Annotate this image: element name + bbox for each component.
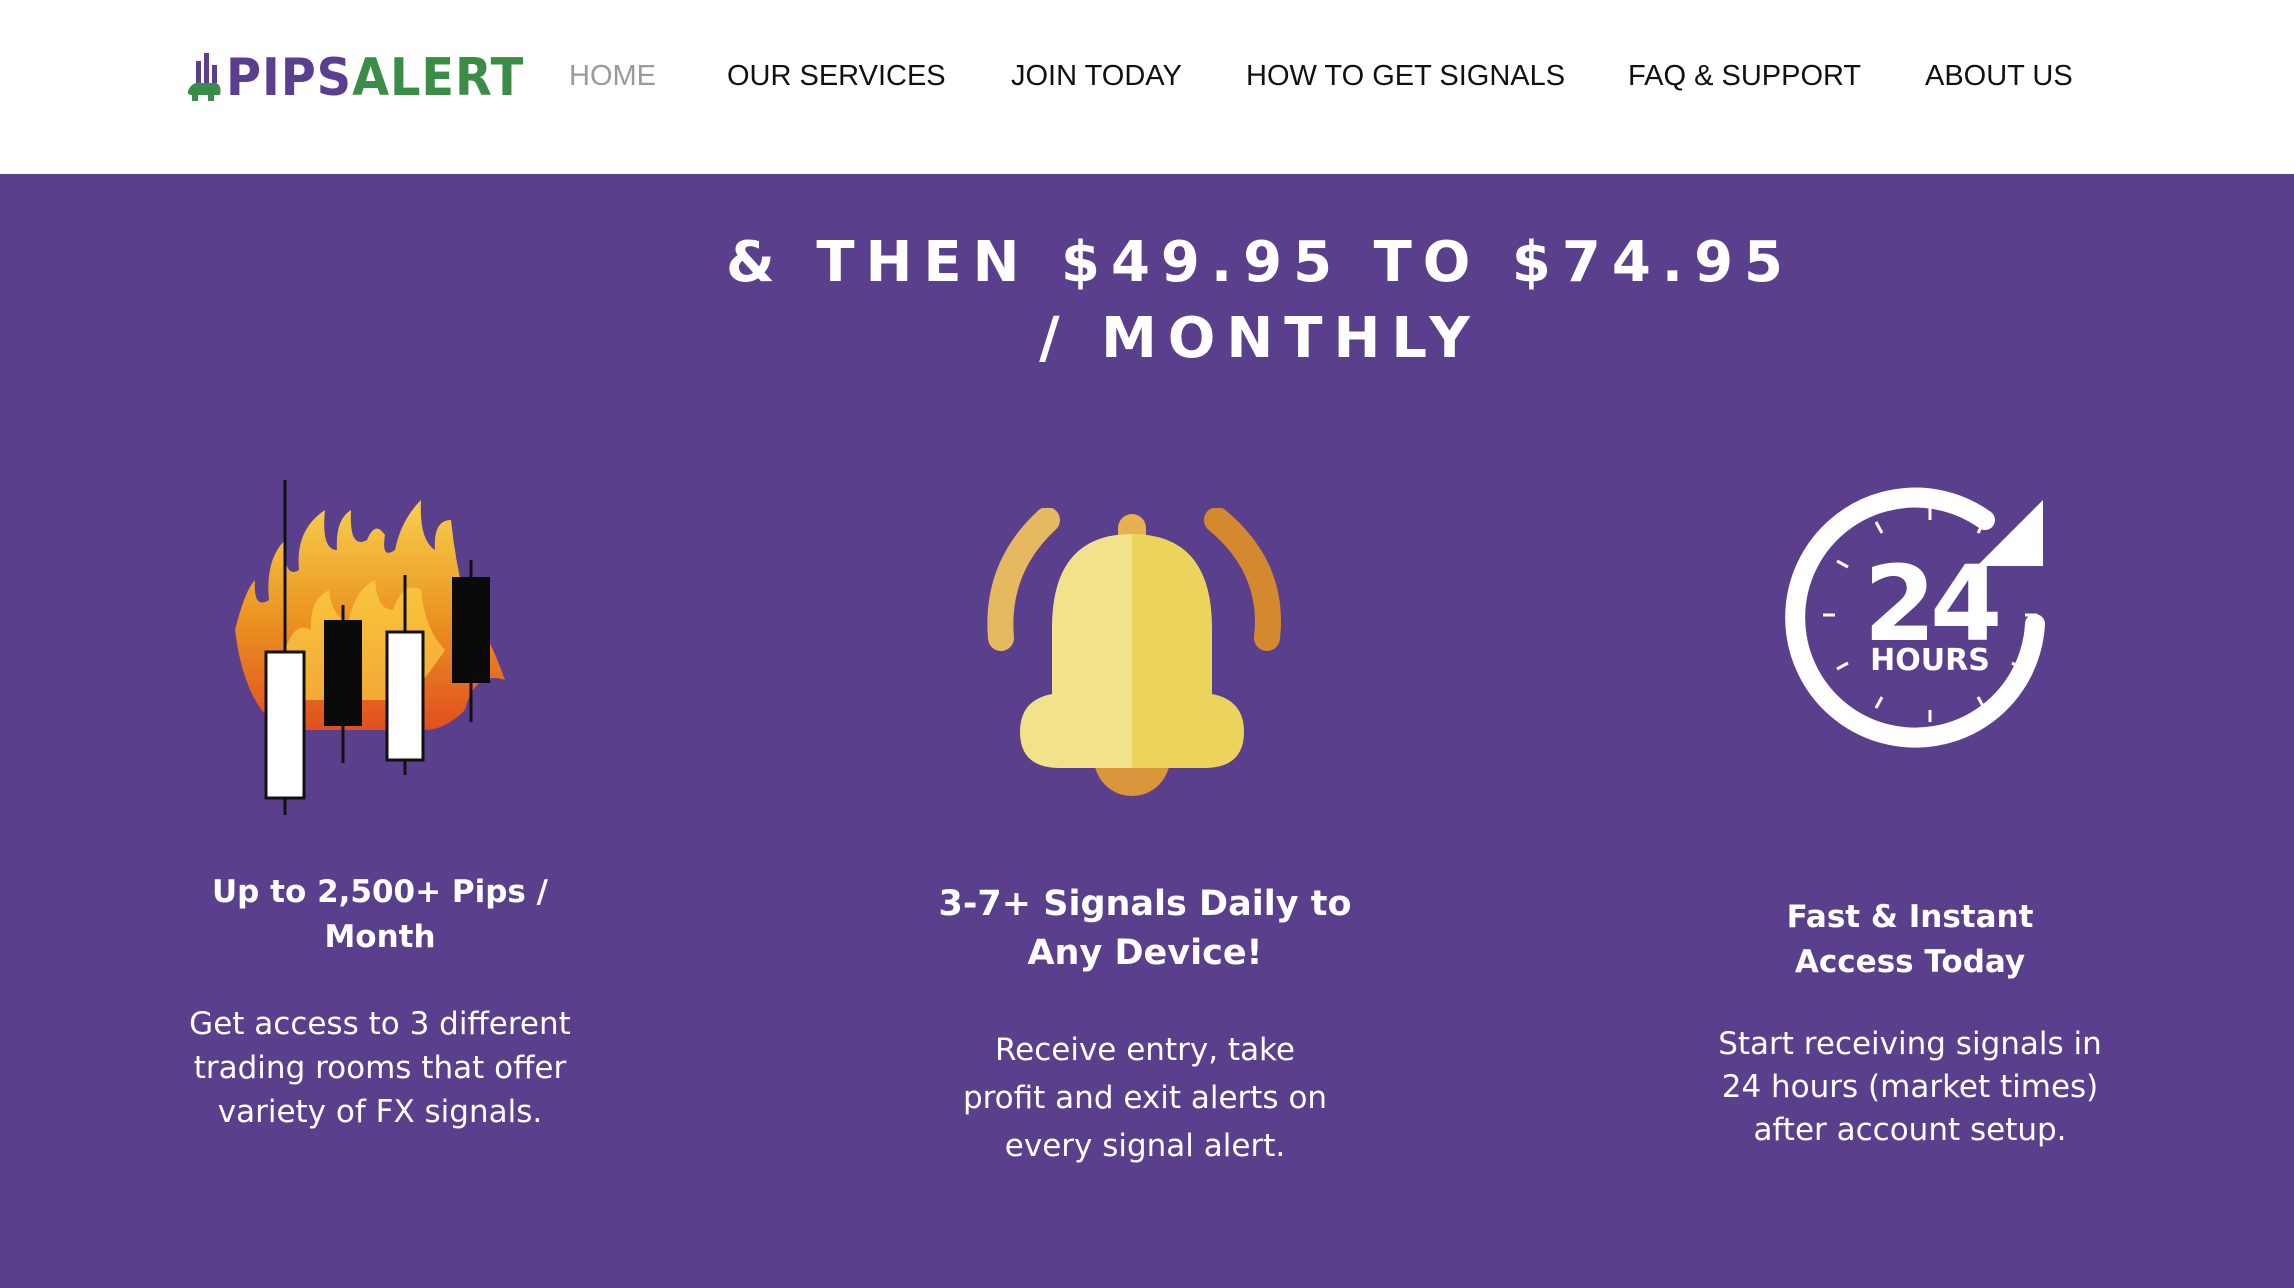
feature-pips-text-line1: Get access to 3 different <box>189 1006 571 1042</box>
nav-how-to-get-signals[interactable]: HOW TO GET SIGNALS <box>1246 56 1565 96</box>
feature-signals-text-line2: profit and exit alerts on <box>962 1080 1328 1116</box>
feature-signals-title-line2: Any Device! <box>1027 933 1263 973</box>
nav-join-today[interactable]: JOIN TODAY <box>1011 56 1182 96</box>
feature-access-text-line3: after account setup. <box>1753 1112 2067 1148</box>
pricing-line-1: & THEN $49.95 TO $74.95 <box>725 230 1794 295</box>
feature-signals-text-line1: Receive entry, take <box>995 1032 1295 1068</box>
feature-signals-title: 3-7+ Signals Daily to Any Device! <box>895 880 1395 978</box>
feature-access-text-line1: Start receiving signals in <box>1718 1026 2102 1062</box>
feature-access-text: Start receiving signals in 24 hours (mar… <box>1680 1023 2140 1152</box>
feature-pips-title-line1: Up to 2,500+ Pips / <box>212 874 548 910</box>
feature-pips-text: Get access to 3 different trading rooms … <box>145 1002 615 1134</box>
pricing-line-2: / MONTHLY <box>1039 306 1481 371</box>
flaming-candlestick-icon <box>235 480 505 815</box>
feature-access-title: Fast & Instant Access Today <box>1680 895 2140 985</box>
feature-pips-title: Up to 2,500+ Pips / Month <box>145 870 615 960</box>
nav-our-services[interactable]: OUR SERVICES <box>727 56 946 96</box>
feature-signals-text-line3: every signal alert. <box>1004 1128 1286 1164</box>
feature-signals-title-line1: 3-7+ Signals Daily to <box>938 884 1352 924</box>
feature-pips: Up to 2,500+ Pips / Month Get access to … <box>145 870 615 1134</box>
feature-access-text-line2: 24 hours (market times) <box>1721 1069 2099 1105</box>
main-nav: HOME OUR SERVICES JOIN TODAY HOW TO GET … <box>0 56 2294 96</box>
feature-signals-text: Receive entry, take profit and exit aler… <box>895 1026 1395 1170</box>
nav-about-us[interactable]: ABOUT US <box>1925 56 2073 96</box>
feature-pips-title-line2: Month <box>324 919 436 955</box>
nav-faq-support[interactable]: FAQ & SUPPORT <box>1628 56 1861 96</box>
feature-signals: 3-7+ Signals Daily to Any Device! Receiv… <box>895 880 1395 1170</box>
feature-access: Fast & Instant Access Today Start receiv… <box>1680 895 2140 1152</box>
feature-access-title-line1: Fast & Instant <box>1786 899 2034 935</box>
feature-access-title-line2: Access Today <box>1794 944 2026 980</box>
site-header: PIPSALERT HOME OUR SERVICES JOIN TODAY H… <box>0 0 2294 174</box>
24-hours-label: HOURS <box>1870 643 1990 678</box>
feature-pips-text-line2: trading rooms that offer <box>193 1050 567 1086</box>
pricing-headline: & THEN $49.95 TO $74.95 / MONTHLY <box>500 225 2020 377</box>
24-hours-icon: 24 HOURS <box>1785 487 2045 748</box>
feature-pips-text-line3: variety of FX signals. <box>217 1094 543 1130</box>
nav-home[interactable]: HOME <box>569 56 656 96</box>
bell-icon <box>987 508 1281 796</box>
